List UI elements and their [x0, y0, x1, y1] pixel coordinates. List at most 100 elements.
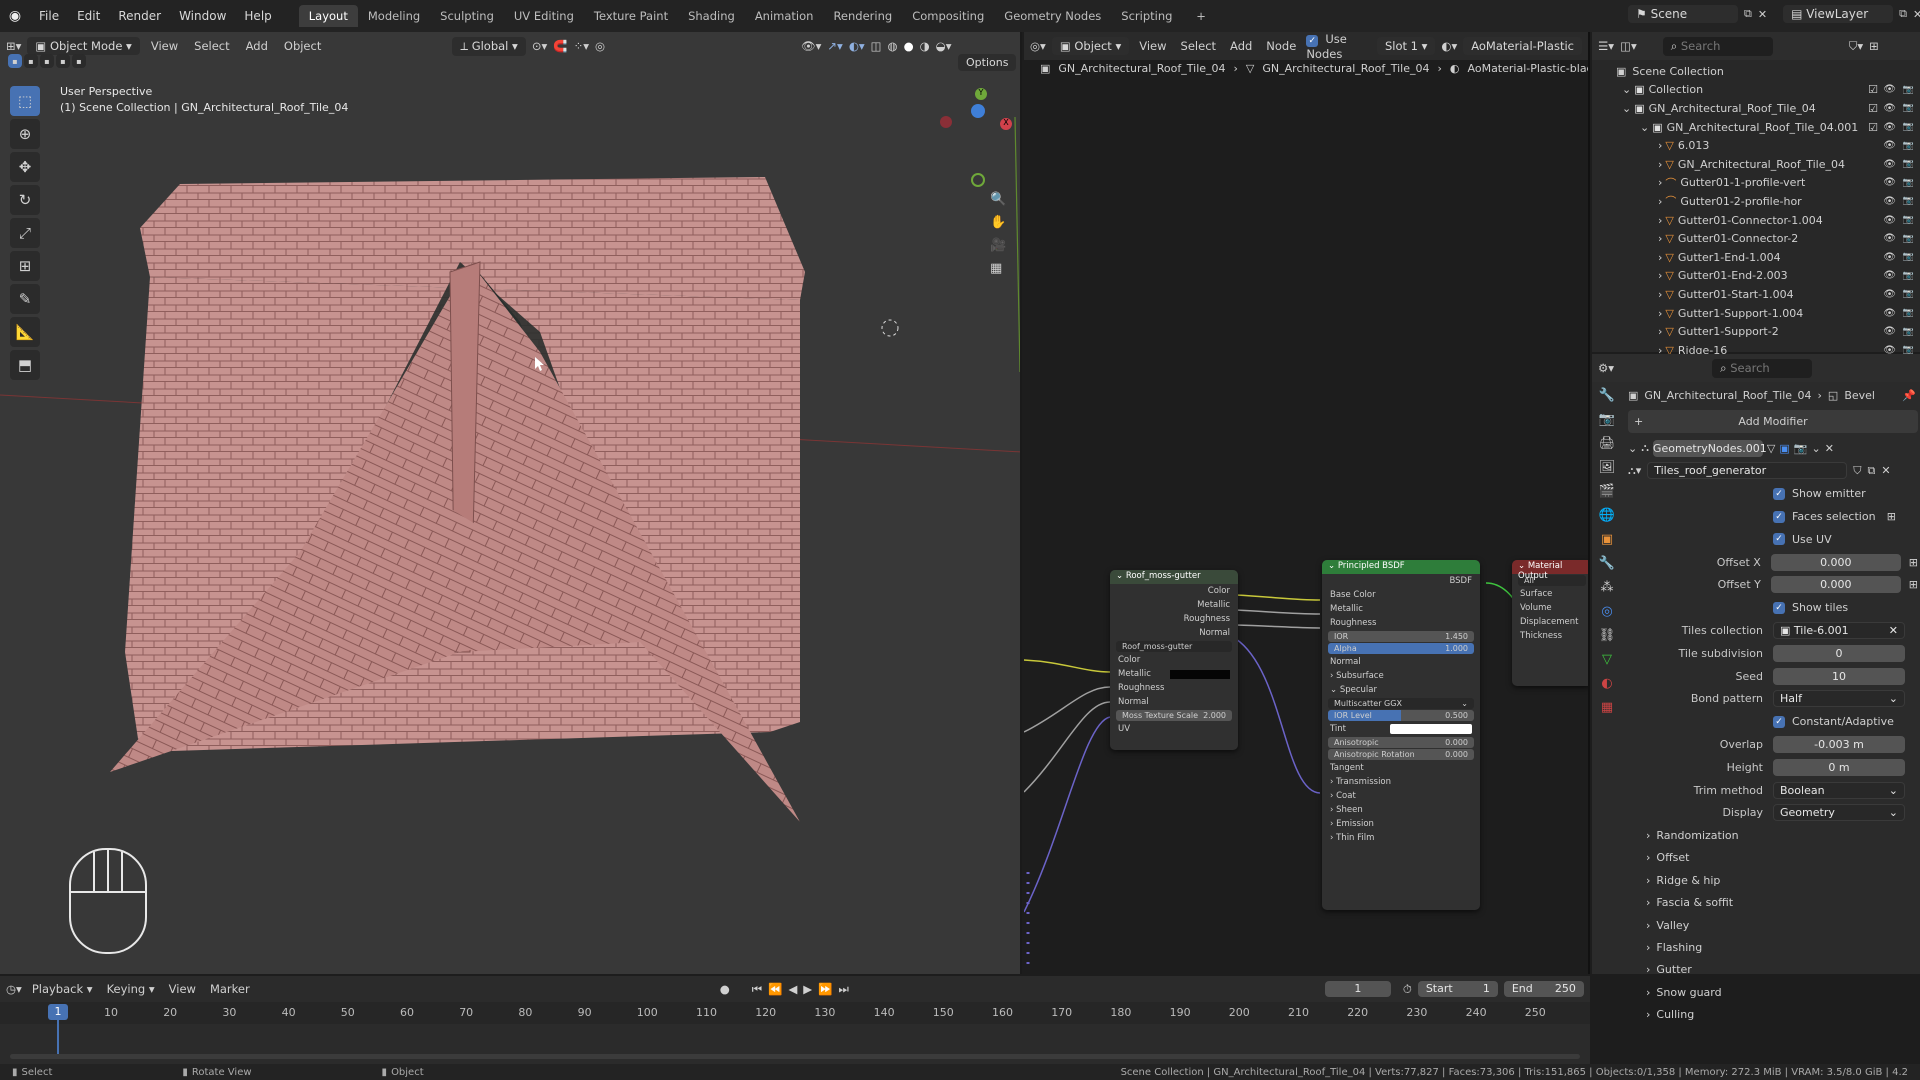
3d-viewport[interactable]: ⊞▾ ▣ Object Mode ▾ View Select Add Objec…	[0, 32, 1022, 974]
tab-geometry-nodes[interactable]: Geometry Nodes	[994, 5, 1111, 27]
expand-chevron-icon[interactable]: ›	[1658, 325, 1662, 338]
exclude-checkbox-icon[interactable]: ☑	[1868, 83, 1878, 96]
gizmo-x-icon[interactable]: X	[1000, 118, 1012, 130]
render-camera-icon[interactable]: 📷	[1903, 159, 1914, 169]
visibility-eye-icon[interactable]: 👁	[1883, 103, 1896, 114]
render-tab-icon[interactable]: 📷	[1599, 412, 1615, 427]
remove-modifier-icon[interactable]: ✕	[1825, 442, 1834, 455]
new-scene-icon[interactable]: ⧉	[1744, 7, 1752, 21]
panel-section[interactable]: › Offset	[1628, 847, 1918, 869]
expand-chevron-icon[interactable]: ›	[1658, 195, 1662, 208]
alpha-field[interactable]: Alpha 1.000	[1328, 643, 1474, 654]
tab-uv-editing[interactable]: UV Editing	[504, 5, 584, 27]
outliner-search[interactable]: ⌕ Search	[1662, 36, 1773, 56]
outliner-item[interactable]: › ⌒ Gutter01-1-profile-vert 👁 📷	[1592, 174, 1920, 193]
overlap-field[interactable]: -0.003 m	[1773, 736, 1905, 754]
object-tab-icon[interactable]: ▣	[1601, 532, 1613, 547]
play-icon[interactable]: ▶	[803, 982, 812, 996]
blender-logo-icon[interactable]: ◉	[0, 8, 30, 24]
visibility-eye-icon[interactable]: 👁	[1883, 233, 1896, 244]
outliner-item[interactable]: › ▽ Gutter1-Support-1.004 👁 📷	[1592, 304, 1920, 323]
panel-section[interactable]: › Flashing	[1628, 936, 1918, 958]
timeline-scrollbar[interactable]	[10, 1054, 1580, 1059]
current-frame-field[interactable]: 1	[1324, 981, 1391, 997]
clock-icon[interactable]: ⏱	[1403, 982, 1412, 997]
panel-section[interactable]: › Ridge & hip	[1628, 869, 1918, 891]
outliner[interactable]: ☰▾ ◫▾ ⌕ Search ⛉▾ ⊞ ▣ Scene Collection ⌄ …	[1592, 32, 1920, 357]
delete-scene-icon[interactable]: ✕	[1758, 8, 1767, 21]
visibility-eye-icon[interactable]: 👁	[1883, 270, 1896, 281]
render-toggle-icon[interactable]: 📷	[1794, 442, 1808, 455]
principled-bsdf-node[interactable]: ⌄ Principled BSDF BSDF Base Color Metall…	[1322, 560, 1480, 910]
display-dropdown[interactable]: Geometry ⌄	[1773, 804, 1905, 822]
tile-subdivision-field[interactable]: 0	[1773, 644, 1905, 662]
menu-file[interactable]: File	[30, 5, 68, 27]
visibility-eye-icon[interactable]: 👁	[1883, 196, 1896, 207]
render-camera-icon[interactable]: 📷	[1903, 234, 1914, 244]
panel-section[interactable]: › Randomization	[1628, 824, 1918, 846]
render-camera-icon[interactable]: 📷	[1903, 252, 1914, 262]
expand-chevron-icon[interactable]: ›	[1658, 307, 1662, 320]
menu-help[interactable]: Help	[235, 5, 280, 27]
panel-thin-film[interactable]: › Thin Film	[1322, 831, 1480, 845]
expand-chevron-icon[interactable]: ›	[1658, 214, 1662, 227]
expand-chevron-icon[interactable]: ›	[1658, 232, 1662, 245]
tab-modeling[interactable]: Modeling	[358, 5, 430, 27]
expand-chevron-icon[interactable]: ›	[1658, 251, 1662, 264]
constraints-tab-icon[interactable]: ⛓	[1599, 628, 1616, 643]
timeline-menu-view[interactable]: View	[165, 982, 200, 996]
frame-ruler[interactable]: 1 10 20 30 40 50 60 70 80 90 100 110 120 130 140 150 16…	[0, 1002, 1590, 1024]
offset-y-field[interactable]: 0.000	[1770, 576, 1901, 594]
3d-cursor[interactable]	[881, 319, 899, 337]
ior-field[interactable]: IOR 1.450	[1328, 631, 1474, 642]
attribute-toggle-icon[interactable]: ⊞	[1909, 578, 1918, 591]
timeline-type-icon[interactable]: ◷▾	[6, 982, 22, 996]
outliner-item[interactable]: ⌄ ▣ GN_Architectural_Roof_Tile_04 👁 📷 ☑	[1592, 99, 1920, 118]
outliner-item[interactable]: › ▽ Gutter01-Connector-2 👁 📷	[1592, 229, 1920, 248]
show-tiles-row[interactable]: ✓ Show tiles	[1628, 596, 1918, 619]
bsdf-header[interactable]: ⌄ Principled BSDF	[1322, 560, 1480, 574]
constant-adaptive-row[interactable]: ✓ Constant/Adaptive	[1628, 710, 1918, 733]
show-emitter-row[interactable]: ✓ Show emitter	[1628, 482, 1918, 505]
group-datablock-field[interactable]: Roof_moss-gutter	[1116, 641, 1232, 652]
playhead[interactable]: 1	[48, 1004, 68, 1020]
tab-texture-paint[interactable]: Texture Paint	[584, 5, 678, 27]
autokey-icon[interactable]: ●	[720, 982, 730, 996]
panel-section[interactable]: › Valley	[1628, 914, 1918, 936]
render-camera-icon[interactable]: 📷	[1903, 271, 1914, 281]
output-header[interactable]: ⌄ Material Output	[1512, 560, 1588, 581]
distribution-dropdown[interactable]: Multiscatter GGX ⌄	[1328, 698, 1474, 709]
anisotropic-field[interactable]: Anisotropic 0.000	[1328, 737, 1474, 748]
panel-section[interactable]: › Culling	[1628, 1003, 1918, 1025]
start-frame-field[interactable]: Start 1	[1417, 981, 1498, 997]
tab-sculpting[interactable]: Sculpting	[430, 5, 504, 27]
use-uv-row[interactable]: ✓ Use UV	[1628, 528, 1918, 551]
expand-chevron-icon[interactable]: ›	[1658, 176, 1662, 189]
geonodes-name-field[interactable]: GeometryNodes.001	[1652, 439, 1767, 457]
render-camera-icon[interactable]: 📷	[1903, 178, 1914, 188]
world-tab-icon[interactable]: 🌐	[1599, 508, 1615, 523]
tool-tab-icon[interactable]: 🔧	[1599, 388, 1615, 403]
gizmo-z-icon[interactable]	[971, 104, 985, 118]
duplicate-icon[interactable]: ⧉	[1867, 464, 1875, 478]
new-collection-icon[interactable]: ⊞	[1869, 39, 1879, 53]
outliner-type-icon[interactable]: ☰▾	[1598, 39, 1614, 53]
menu-render[interactable]: Render	[109, 5, 170, 27]
properties-editor[interactable]: ⚙▾ ⌕ Search 🔧 📷 🖨 🖼 🎬 🌐 ▣ 🔧 ⁂ ◎ ⛓ ▽ ◐ ▦ …	[1592, 354, 1920, 1021]
expand-chevron-icon[interactable]: ›	[1658, 288, 1662, 301]
particles-tab-icon[interactable]: ⁂	[1601, 580, 1614, 595]
group-node-roof-moss[interactable]: ⌄ Roof_moss-gutter Color Metallic Roughn…	[1110, 570, 1238, 750]
output-tab-icon[interactable]: 🖨	[1599, 436, 1616, 451]
menu-edit[interactable]: Edit	[68, 5, 109, 27]
exclude-checkbox-icon[interactable]: ☑	[1868, 102, 1878, 115]
bond-pattern-dropdown[interactable]: Half ⌄	[1773, 690, 1905, 708]
outliner-root[interactable]: ▣ Scene Collection	[1592, 62, 1920, 81]
render-camera-icon[interactable]: 📷	[1903, 141, 1914, 151]
view-layer-tab-icon[interactable]: 🖼	[1599, 460, 1616, 475]
properties-type-icon[interactable]: ⚙▾	[1598, 361, 1614, 375]
panel-section[interactable]: › Fascia & soffit	[1628, 892, 1918, 914]
panel-specular[interactable]: ⌄ Specular	[1322, 683, 1480, 697]
visibility-eye-icon[interactable]: 👁	[1883, 289, 1896, 300]
visibility-eye-icon[interactable]: 👁	[1883, 326, 1896, 337]
outliner-item[interactable]: › ▽ GN_Architectural_Roof_Tile_04 👁 📷	[1592, 155, 1920, 174]
